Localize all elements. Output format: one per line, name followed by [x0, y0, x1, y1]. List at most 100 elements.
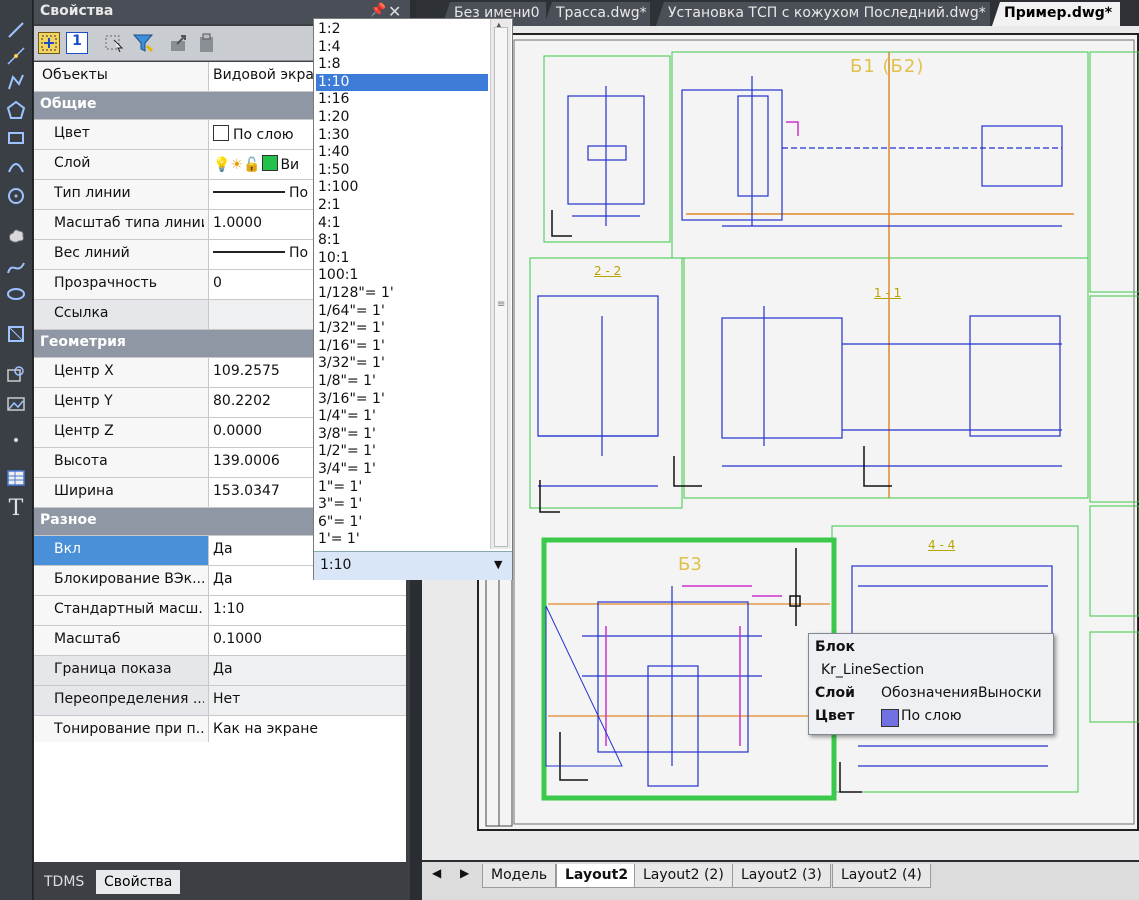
prop-value-scale[interactable]: 0.1000 — [208, 626, 406, 655]
scale-option[interactable]: 1/2"= 1' — [316, 443, 488, 461]
tab-model[interactable]: Модель — [482, 864, 557, 888]
scale-option[interactable]: 100:1 — [316, 267, 488, 285]
scale-option[interactable]: 1:40 — [316, 144, 488, 162]
layer-color-swatch — [262, 155, 279, 171]
prop-label: Вкл — [34, 536, 208, 565]
point-tool-icon[interactable] — [4, 428, 28, 452]
select-objects-icon[interactable] — [104, 32, 126, 54]
sun-icon: ☀ — [230, 157, 243, 173]
scale-option[interactable]: 1:100 — [316, 179, 488, 197]
scale-option[interactable]: 10:1 — [316, 250, 488, 268]
standard-scale-dropdown[interactable]: 1:2 1:4 1:8 1:10 1:16 1:20 1:30 1:40 1:50 1:100 2:… — [313, 18, 513, 580]
scale-option[interactable]: 1/64"= 1' — [316, 303, 488, 321]
line-tool-icon[interactable] — [4, 18, 28, 42]
prop-value-shade-plot[interactable]: Как на экране — [208, 716, 406, 745]
scale-option[interactable]: 1"= 1' — [316, 479, 488, 497]
scale-option[interactable]: 1/8"= 1' — [316, 373, 488, 391]
layout-tabs: ◀ ▶ Модель Layout2 Layout2 (2) Layout2 (… — [422, 862, 1139, 900]
text-tool-icon[interactable]: T — [4, 496, 28, 521]
category-label: Общие — [40, 96, 97, 112]
rectangle-tool-icon[interactable] — [4, 126, 28, 150]
arc-tool-icon[interactable] — [4, 154, 28, 178]
export-icon[interactable] — [168, 32, 190, 54]
tab-tdms[interactable]: TDMS — [36, 870, 92, 894]
spline-tool-icon[interactable] — [4, 256, 28, 280]
scale-option[interactable]: 1/32"= 1' — [316, 320, 488, 338]
scale-option[interactable]: 1/128"= 1' — [316, 285, 488, 303]
table-tool-icon[interactable] — [4, 466, 28, 490]
quick-select-icon[interactable] — [132, 32, 154, 54]
scale-option[interactable]: 1:10 — [316, 73, 488, 92]
prop-value-standard-scale[interactable]: 1:10 — [208, 596, 406, 625]
prop-row-standard-scale[interactable]: Стандартный масш... 1:10 — [34, 596, 406, 626]
insert-block-icon[interactable] — [4, 322, 28, 346]
scale-option[interactable]: 8:1 — [316, 232, 488, 250]
scale-option[interactable]: 3/16"= 1' — [316, 391, 488, 409]
pickadd-number-icon[interactable]: 1 — [66, 32, 88, 54]
polyline-tool-icon[interactable] — [4, 70, 28, 94]
prop-label: Центр X — [54, 363, 114, 379]
scale-combo-current[interactable]: 1:10 ▼ — [314, 551, 512, 580]
prop-label: Ссылка — [54, 305, 109, 321]
scale-option[interactable]: 1:4 — [316, 39, 488, 57]
block-tooltip: Блок Kr_LineSection Слой ОбозначенияВыно… — [808, 633, 1054, 735]
category-label: Разное — [40, 512, 97, 528]
scale-option[interactable]: 3/4"= 1' — [316, 461, 488, 479]
polygon-tool-icon[interactable] — [4, 98, 28, 122]
circle-tool-icon[interactable] — [4, 184, 28, 208]
revision-cloud-icon[interactable] — [4, 224, 28, 248]
construction-line-icon[interactable] — [4, 44, 28, 68]
prop-label: Цвет — [54, 125, 90, 141]
scale-option[interactable]: 1'= 1' — [316, 531, 488, 549]
prop-row-scale[interactable]: Масштаб 0.1000 — [34, 626, 406, 656]
pin-icon[interactable]: 📌 — [370, 3, 386, 19]
prop-value-overrides[interactable]: Нет — [208, 686, 406, 715]
palette-tabs: TDMS Свойства — [34, 866, 410, 900]
scale-option[interactable]: 1:8 — [316, 56, 488, 74]
tab-layout2[interactable]: Layout2 — [556, 864, 638, 888]
prop-label: Центр Z — [54, 423, 114, 439]
lineweight-value-text: По — [289, 245, 309, 261]
tab-layout2-3[interactable]: Layout2 (3) — [732, 864, 831, 888]
raster-image-icon[interactable] — [4, 392, 28, 416]
scale-option[interactable]: 4:1 — [316, 215, 488, 233]
section-label-1-1: 1 - 1 — [874, 286, 902, 300]
section-label-4-4: 4 - 4 — [928, 538, 956, 552]
chevron-down-icon[interactable]: ▼ — [494, 558, 502, 571]
scale-option[interactable]: 1:30 — [316, 127, 488, 145]
doc-tab-primer[interactable]: Пример.dwg* — [992, 2, 1120, 26]
tab-scroll-right-icon[interactable]: ▶ — [460, 866, 469, 880]
property-grid-empty — [34, 742, 406, 862]
scale-option[interactable]: 1:2 — [316, 21, 488, 39]
dropdown-scrollbar[interactable]: ▲ ≡ — [490, 19, 511, 549]
tab-layout2-2[interactable]: Layout2 (2) — [634, 864, 733, 888]
make-block-icon[interactable] — [4, 362, 28, 386]
doc-tab-trassa[interactable]: Трасса.dwg* — [544, 2, 650, 26]
tab-scroll-left-icon[interactable]: ◀ — [432, 866, 441, 880]
scale-option[interactable]: 2:1 — [316, 197, 488, 215]
prop-value-display-border[interactable]: Да — [208, 656, 406, 685]
tab-layout2-4[interactable]: Layout2 (4) — [832, 864, 931, 888]
prop-row-overrides[interactable]: Переопределения ... Нет — [34, 686, 406, 716]
scale-option[interactable]: 6"= 1' — [316, 514, 488, 532]
doc-tab-ustanovka[interactable]: Установка ТСП с кожухом Последний.dwg* — [656, 2, 990, 26]
scale-option[interactable]: 3"= 1' — [316, 496, 488, 514]
scale-current-value: 1:10 — [320, 557, 352, 573]
scale-option[interactable]: 1/16"= 1' — [316, 338, 488, 356]
prop-label: Центр Y — [54, 393, 113, 409]
scale-option[interactable]: 1:50 — [316, 162, 488, 180]
tooltip-color-swatch — [881, 709, 899, 727]
objects-label: Объекты — [42, 67, 108, 83]
toggle-pickadd-icon[interactable] — [38, 32, 60, 54]
clipboard-icon[interactable] — [196, 32, 218, 54]
scroll-thumb[interactable] — [494, 27, 508, 547]
scale-option[interactable]: 1/4"= 1' — [316, 408, 488, 426]
scale-option[interactable]: 3/8"= 1' — [316, 426, 488, 444]
scale-option[interactable]: 3/32"= 1' — [316, 355, 488, 373]
prop-label: Блокирование ВЭк... — [54, 571, 204, 587]
tab-properties[interactable]: Свойства — [96, 870, 181, 894]
prop-row-display-border[interactable]: Граница показа Да — [34, 656, 406, 686]
scale-option[interactable]: 1:16 — [316, 91, 488, 109]
ellipse-tool-icon[interactable] — [4, 282, 28, 306]
scale-option[interactable]: 1:20 — [316, 109, 488, 127]
